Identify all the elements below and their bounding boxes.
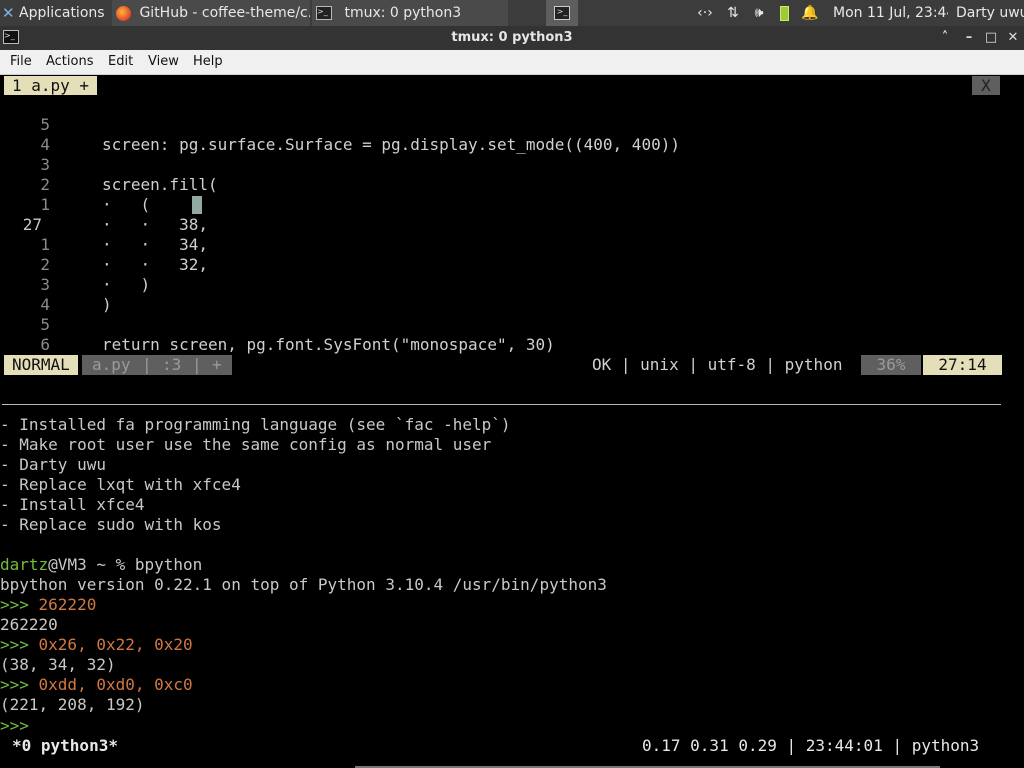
repl-prompt: >>>: [0, 595, 39, 614]
repl-prompt: >>>: [0, 675, 39, 694]
vim-status-position: 27:14: [923, 355, 1002, 375]
terminal-scrollbar[interactable]: [1002, 75, 1024, 768]
code-line: 4: [0, 115, 1000, 154]
vim-tabline: 1 a.py + X: [0, 75, 1024, 95]
changelog-line: - Replace lxqt with xfce4: [0, 475, 241, 494]
clock[interactable]: Mon 11 Jul, 23:44: [833, 0, 948, 26]
code-line: 2 · ): [0, 235, 1000, 294]
code-line: 3 ): [0, 255, 1000, 314]
vim-tab-close-button[interactable]: X: [972, 76, 1000, 95]
tmux-window-tab[interactable]: *0 python3*: [12, 736, 118, 756]
vim-mode: NORMAL: [4, 355, 78, 375]
minimize-button[interactable]: –: [958, 26, 980, 50]
repl-output: (221, 208, 192): [0, 695, 145, 714]
menu-bar: File Actions Edit View Help: [0, 50, 1024, 75]
code-line: 4: [0, 275, 1000, 314]
applications-menu[interactable]: ✕ Applications ☰: [2, 0, 110, 26]
battery-icon[interactable]: [776, 0, 792, 26]
volume-icon[interactable]: 🕪: [748, 0, 770, 26]
firefox-icon: [116, 5, 131, 21]
terminal-icon: >_: [554, 6, 570, 20]
changelog-line: - Darty uwu: [0, 455, 106, 474]
repl-input-line: >>> 0xdd, 0xd0, 0xc0: [0, 675, 193, 695]
code-line-current: 27 · · 34,: [0, 195, 1000, 254]
terminal-launcher-button[interactable]: >_: [546, 0, 578, 26]
top-panel: ✕ Applications ☰ GitHub - coffee-theme/c…: [0, 0, 1024, 26]
code-line: 7: [0, 335, 1000, 374]
changelog-line: - Install xfce4: [0, 495, 145, 514]
code-line: 6: [0, 315, 1000, 354]
window-titlebar[interactable]: >_ tmux: 0 python3 ˄ – □ ✕: [0, 26, 1024, 50]
repl-input: 262220: [38, 595, 97, 614]
network-icon[interactable]: ‹·›: [694, 0, 716, 26]
vim-tab-active[interactable]: 1 a.py +: [4, 76, 98, 95]
code-line: 1 · · 38,: [0, 175, 1000, 234]
vim-statusline: NORMAL a.py | :3 | + OK | unix | utf-8 |…: [4, 355, 1002, 375]
bpython-banner: bpython version 0.22.1 on top of Python …: [0, 575, 607, 594]
repl-input-line: >>> 262220: [0, 595, 96, 615]
repl-current-prompt[interactable]: >>>: [0, 716, 29, 736]
repl-output: (38, 34, 32): [0, 655, 116, 674]
notification-bell-icon[interactable]: 🔔: [801, 0, 819, 26]
tmux-status-right: 0.17 0.31 0.29 | 23:44:01 | python3: [642, 736, 980, 755]
code-line: 2 · (: [0, 155, 1000, 214]
close-button[interactable]: ✕: [1002, 26, 1024, 50]
code-line: 3 screen.fill(: [0, 135, 1000, 194]
xfce-logo-icon: ✕: [2, 4, 15, 22]
vim-status-percent: 36%: [861, 355, 921, 375]
repl-input-line: >>> 0x26, 0x22, 0x20: [0, 635, 193, 655]
changelog-line: - Replace sudo with kos: [0, 515, 222, 534]
repl-input: 0xdd, 0xd0, 0xc0: [38, 675, 193, 694]
vim-status-info: OK | unix | utf-8 | python: [592, 355, 843, 374]
taskbar-item-label: tmux: 0 python3: [344, 5, 462, 21]
panel-separator-icon: ☰: [109, 5, 110, 21]
code-line: 1 · · 32,: [0, 215, 1000, 274]
menu-view[interactable]: View: [148, 50, 179, 74]
vim-status-modified: +: [212, 355, 222, 374]
prompt-user: dartz: [0, 555, 49, 574]
window-title: tmux: 0 python3: [451, 30, 573, 45]
vim-status-file: a.py: [92, 355, 131, 374]
maximize-button[interactable]: □: [980, 26, 1002, 50]
code-line: 5 screen: pg.surface.Surface = pg.displa…: [0, 95, 1000, 154]
repl-prompt: >>>: [0, 635, 39, 654]
shade-button[interactable]: ˄: [934, 26, 956, 50]
changelog-line: - Installed fa programming language (see…: [0, 415, 511, 434]
tmux-pane-divider[interactable]: [2, 404, 1001, 405]
vim-status-separator: |: [142, 355, 152, 374]
shell-prompt-line: dartz@VM3 ~ % bpython: [0, 555, 202, 575]
menu-file[interactable]: File: [10, 50, 32, 74]
menu-edit[interactable]: Edit: [108, 50, 133, 74]
user-menu[interactable]: Darty uwu: [956, 0, 1024, 26]
menu-help[interactable]: Help: [193, 50, 223, 74]
menu-actions[interactable]: Actions: [46, 50, 94, 74]
code-line: 5 return screen, pg.font.SysFont("monosp…: [0, 295, 1000, 354]
updown-arrows-icon[interactable]: ⇅: [722, 0, 744, 26]
tmux-statusbar: *0 python3* 0.17 0.31 0.29 | 23:44:01 | …: [0, 736, 1024, 756]
taskbar-item-terminal[interactable]: >_ tmux: 0 python3: [312, 0, 508, 26]
terminal-icon: >_: [316, 6, 332, 20]
text-cursor: [192, 196, 202, 214]
repl-input: 0x26, 0x22, 0x20: [38, 635, 193, 654]
taskbar-item-label: GitHub - coffee-theme/c...: [139, 5, 310, 21]
prompt-command: @VM3 ~ % bpython: [48, 555, 203, 574]
taskbar-item-firefox[interactable]: GitHub - coffee-theme/c...: [112, 0, 310, 26]
repl-output: 262220: [0, 615, 58, 634]
vim-status-separator: |: [192, 355, 202, 374]
changelog-line: - Make root user use the same config as …: [0, 435, 492, 454]
terminal-area[interactable]: 1 a.py + X 5 screen: pg.surface.Surface …: [0, 75, 1024, 768]
vim-status-buffer: :3: [162, 355, 182, 374]
applications-label: Applications: [19, 5, 105, 21]
